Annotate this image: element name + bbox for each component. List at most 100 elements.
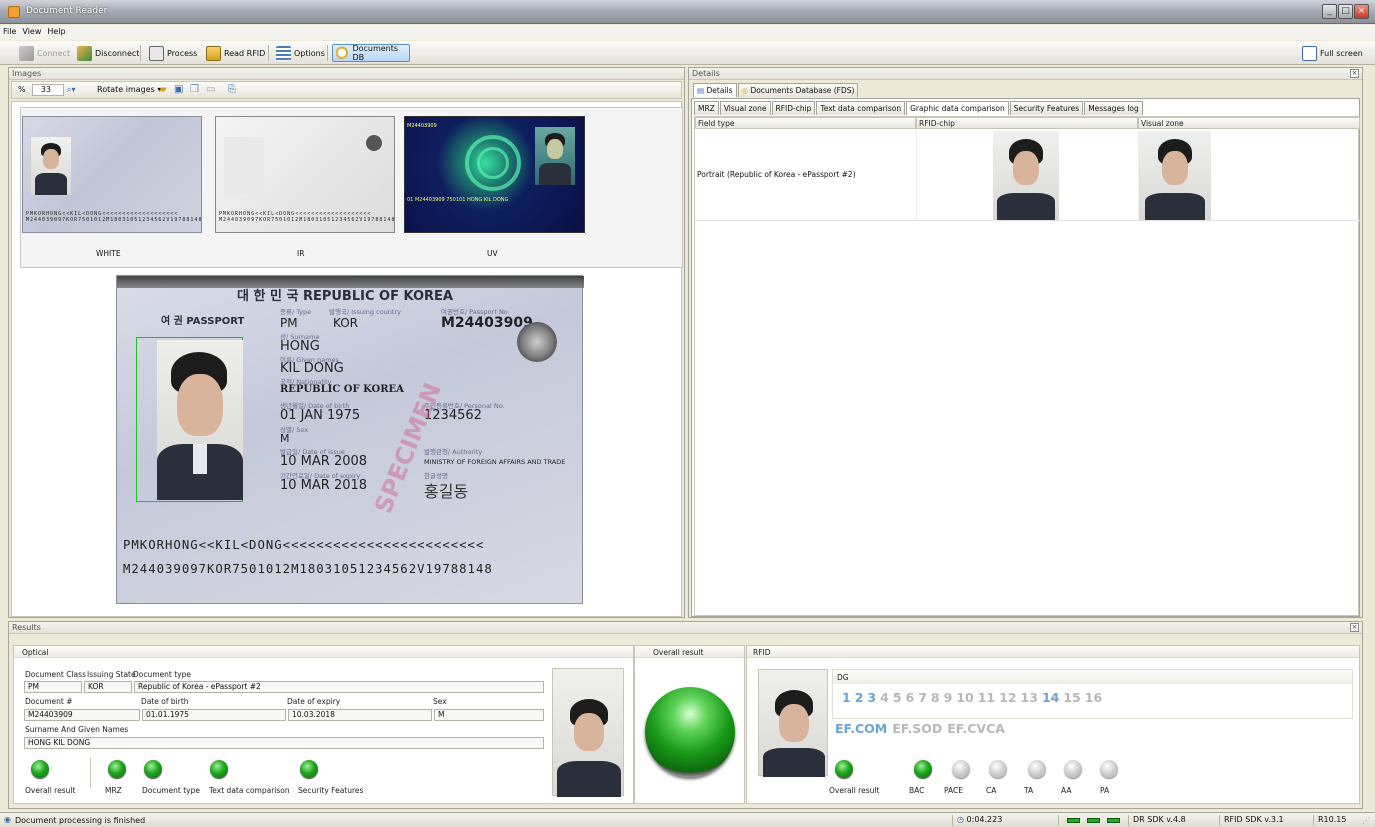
ef-item-ef-cvca[interactable]: EF.CVCA bbox=[947, 721, 1005, 737]
label-document-type: Document type bbox=[142, 786, 200, 795]
dg-item-5[interactable]: 5 bbox=[893, 690, 902, 706]
led-rfid-overall-result bbox=[835, 760, 853, 778]
connect-button[interactable]: Connect bbox=[16, 44, 73, 62]
status-message: Document processing is finished bbox=[15, 816, 146, 825]
window-title: Document Reader bbox=[26, 6, 108, 16]
dg-item-1[interactable]: 1 bbox=[842, 690, 851, 706]
export-icon[interactable]: ⎘ bbox=[228, 84, 236, 95]
dg-item-8[interactable]: 8 bbox=[931, 690, 940, 706]
documents-db-button[interactable]: Documents DB bbox=[332, 44, 410, 62]
led-mrz bbox=[108, 760, 126, 778]
status-leds bbox=[1058, 815, 1128, 826]
rotate-images-menu[interactable]: Rotate images ▾ bbox=[97, 85, 161, 94]
save-icon[interactable]: ▣ bbox=[174, 84, 183, 95]
info-icon: ◉ bbox=[4, 815, 11, 824]
dg-item-11[interactable]: 11 bbox=[978, 690, 995, 706]
dg-item-9[interactable]: 9 bbox=[944, 690, 953, 706]
menu-help[interactable]: Help bbox=[44, 25, 68, 36]
images-view: PMKORHONG<<KIL<DONG<<<<<<<<<<<<<<<<<<< M2… bbox=[11, 101, 683, 617]
dg-item-16[interactable]: 16 bbox=[1085, 690, 1102, 706]
seal-icon bbox=[517, 322, 557, 362]
details-sub-tabs: MRZ Visual zone RFID-chip Text data comp… bbox=[694, 101, 1143, 115]
dg-item-15[interactable]: 15 bbox=[1063, 690, 1080, 706]
dg-list: 1 2 3 4 5 6 7 8 9 10 11 12 13 14 15 16 bbox=[842, 690, 1102, 706]
tab-details[interactable]: ▤ Details bbox=[693, 83, 737, 97]
thumbnail-uv[interactable]: M24403909 01 M24403909 750101 HONG KIL D… bbox=[404, 116, 585, 233]
tab-documents-database[interactable]: ◎ Documents Database (FDS) bbox=[737, 83, 859, 97]
sex-field: M bbox=[434, 709, 544, 721]
results-close-button[interactable]: × bbox=[1350, 623, 1359, 632]
dg-item-4[interactable]: 4 bbox=[880, 690, 889, 706]
col-visual-zone[interactable]: Visual zone bbox=[1138, 117, 1360, 129]
passport-no: M24403909 bbox=[441, 315, 533, 331]
dg-box: DG 1 2 3 4 5 6 7 8 9 10 11 12 13 14 15 16 bbox=[832, 669, 1353, 719]
label-rfid-aa: AA bbox=[1061, 786, 1072, 795]
menu-file[interactable]: File bbox=[0, 25, 19, 36]
status-dr-sdk: DR SDK v.4.8 bbox=[1128, 815, 1218, 826]
col-field-type[interactable]: Field type bbox=[695, 117, 916, 129]
col-rfid-chip[interactable]: RFID-chip bbox=[916, 117, 1138, 129]
details-close-button[interactable]: × bbox=[1350, 69, 1359, 78]
tab-text-data-comparison[interactable]: Text data comparison bbox=[816, 101, 906, 115]
zoom-icon[interactable]: ⌕▾ bbox=[67, 85, 76, 95]
connect-label: Connect bbox=[37, 48, 71, 58]
label-optical-overall: Overall result bbox=[25, 786, 76, 795]
print-icon[interactable]: ▭ bbox=[206, 84, 215, 95]
thumb-label-ir: IR bbox=[297, 249, 305, 258]
tab-visual-zone[interactable]: Visual zone bbox=[719, 101, 771, 115]
zoom-input[interactable]: 33 bbox=[32, 84, 64, 96]
open-folder-icon[interactable]: ▰ bbox=[159, 84, 167, 95]
dg-item-13[interactable]: 13 bbox=[1021, 690, 1038, 706]
status-bar: ◉ Document processing is finished ◷ 0:04… bbox=[0, 812, 1375, 827]
label-rfid-ta: TA bbox=[1024, 786, 1034, 795]
passport-image[interactable]: 대 한 민 국 REPUBLIC OF KOREA 여 권 PASSPORT 종… bbox=[116, 275, 584, 604]
expiry-field: 10.03.2018 bbox=[288, 709, 432, 721]
minimize-button[interactable]: _ bbox=[1322, 4, 1337, 19]
dg-item-10[interactable]: 10 bbox=[956, 690, 973, 706]
ef-item-ef-sod[interactable]: EF.SOD bbox=[892, 721, 942, 737]
thumbnail-white[interactable]: PMKORHONG<<KIL<DONG<<<<<<<<<<<<<<<<<<< M2… bbox=[22, 116, 202, 233]
read-rfid-button[interactable]: Read RFID bbox=[203, 44, 268, 62]
doc-class-field: PM bbox=[24, 681, 82, 693]
dg-item-2[interactable]: 2 bbox=[855, 690, 864, 706]
ef-list: EF.COM EF.SOD EF.CVCA bbox=[835, 721, 1005, 737]
dg-item-3[interactable]: 3 bbox=[867, 690, 876, 706]
comparison-grid: Field type RFID-chip Visual zone Portrai… bbox=[694, 116, 1360, 616]
menu-view[interactable]: View bbox=[19, 25, 44, 36]
disconnect-button[interactable]: Disconnect bbox=[74, 44, 142, 62]
nationality: REPUBLIC OF KOREA bbox=[280, 384, 404, 395]
results-panel: Results × Optical Document Class Issuing… bbox=[8, 621, 1363, 809]
optical-portrait bbox=[552, 668, 624, 797]
overall-result-title: Overall result bbox=[653, 648, 704, 657]
tab-graphic-data-comparison[interactable]: Graphic data comparison bbox=[906, 101, 1009, 115]
uv-text: 01 M24403909 750101 HONG KIL DONG bbox=[407, 197, 509, 203]
copy-icon[interactable]: ❐ bbox=[190, 84, 199, 95]
passport-portrait bbox=[157, 340, 243, 500]
status-rfid-sdk: RFID SDK v.3.1 bbox=[1219, 815, 1309, 826]
tab-rfid-chip[interactable]: RFID-chip bbox=[771, 101, 816, 115]
tab-documents-database-label: Documents Database (FDS) bbox=[750, 86, 855, 95]
dg-item-6[interactable]: 6 bbox=[906, 690, 915, 706]
tab-details-label: Details bbox=[706, 86, 733, 95]
optical-box: Optical Document Class Issuing State Doc… bbox=[13, 645, 634, 804]
tab-security-features[interactable]: Security Features bbox=[1009, 101, 1084, 115]
maximize-button[interactable]: □ bbox=[1338, 4, 1353, 19]
dg-item-14[interactable]: 14 bbox=[1042, 690, 1059, 706]
resize-grip-icon[interactable]: ⋰ bbox=[1362, 816, 1370, 825]
full-screen-button[interactable]: Full screen bbox=[1299, 44, 1366, 62]
table-row[interactable]: Portrait (Republic of Korea - ePassport … bbox=[695, 130, 1360, 221]
dg-item-7[interactable]: 7 bbox=[918, 690, 927, 706]
led-document-type bbox=[144, 760, 162, 778]
process-button[interactable]: Process bbox=[146, 44, 200, 62]
dg-item-12[interactable]: 12 bbox=[999, 690, 1016, 706]
tab-mrz[interactable]: MRZ bbox=[694, 101, 719, 115]
type-label: 종류/ Type bbox=[280, 308, 312, 316]
options-button[interactable]: Options bbox=[273, 44, 328, 62]
read-rfid-label: Read RFID bbox=[224, 48, 266, 58]
thumbnail-ir[interactable]: PMKORHONG<<KIL<DONG<<<<<<<<<<<<<<<<<<< M2… bbox=[215, 116, 395, 233]
details-top-tabs: ▤ Details ◎ Documents Database (FDS) bbox=[693, 83, 859, 97]
ef-item-ef-com[interactable]: EF.COM bbox=[835, 721, 887, 737]
tab-messages-log[interactable]: Messages log bbox=[1084, 101, 1143, 115]
issue-date: 10 MAR 2008 bbox=[280, 454, 368, 469]
close-button[interactable]: × bbox=[1354, 4, 1369, 19]
